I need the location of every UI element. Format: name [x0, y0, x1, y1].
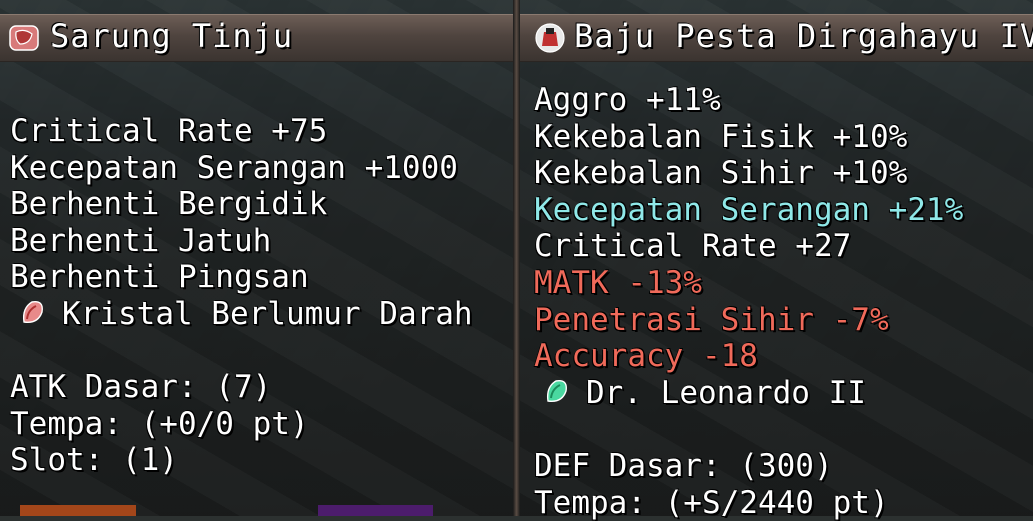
stat-line: Berhenti Bergidik: [10, 186, 328, 223]
stat-line: Berhenti Jatuh: [10, 222, 272, 259]
stat-line: Penetrasi Sihir -7%: [534, 301, 889, 338]
base-line: ATK Dasar: (7): [10, 369, 272, 406]
stat-line: Kecepatan Serangan +1000: [10, 149, 458, 186]
stat-line: Kecepatan Serangan +21%: [534, 191, 964, 228]
stat-line: Kekebalan Fisik +10%: [534, 118, 908, 155]
stat-line: Critical Rate +27: [534, 228, 852, 265]
stat-line: Accuracy -18: [534, 338, 758, 375]
stat-line: Berhenti Pingsan: [10, 259, 309, 296]
glove-icon: [9, 25, 39, 51]
stat-line: Aggro +11%: [534, 82, 721, 118]
rarity-bar-purple: [318, 505, 433, 516]
item-stats-list: Aggro +11% Kekebalan Fisik +10% Kekebala…: [534, 82, 963, 521]
crystal-slot: Dr. Leonardo II: [534, 375, 963, 412]
red-crystal-icon: [22, 300, 43, 323]
party-dress-icon: [535, 23, 565, 53]
panel-divider: [513, 0, 520, 516]
base-line: Slot: (1): [10, 442, 178, 479]
item-name: Baju Pesta Dirgahayu IV: [574, 17, 1033, 55]
stat-line: Kekebalan Sihir +10%: [534, 155, 908, 192]
item-tooltip-right: Baju Pesta Dirgahayu IV Aggro +11% Kekeb…: [520, 0, 1033, 521]
item-tooltip-left: Sarung Tinju Critical Rate +75 Kecepatan…: [0, 0, 513, 516]
stat-line: Critical Rate +75: [10, 113, 328, 149]
green-crystal-icon: [546, 379, 567, 402]
crystal-name: Dr. Leonardo II: [586, 374, 866, 411]
spacer: [10, 333, 473, 370]
item-stats-list: Critical Rate +75 Kecepatan Serangan +10…: [10, 113, 473, 479]
base-line: Tempa: (+0/0 pt): [10, 405, 309, 442]
crystal-slot: Kristal Berlumur Darah: [10, 296, 473, 333]
item-name: Sarung Tinju: [50, 17, 294, 55]
base-line: DEF Dasar: (300): [534, 447, 833, 484]
rarity-bar-orange: [20, 505, 136, 516]
stat-line: MATK -13%: [534, 264, 702, 301]
spacer: [534, 411, 963, 448]
crystal-name: Kristal Berlumur Darah: [62, 295, 473, 332]
